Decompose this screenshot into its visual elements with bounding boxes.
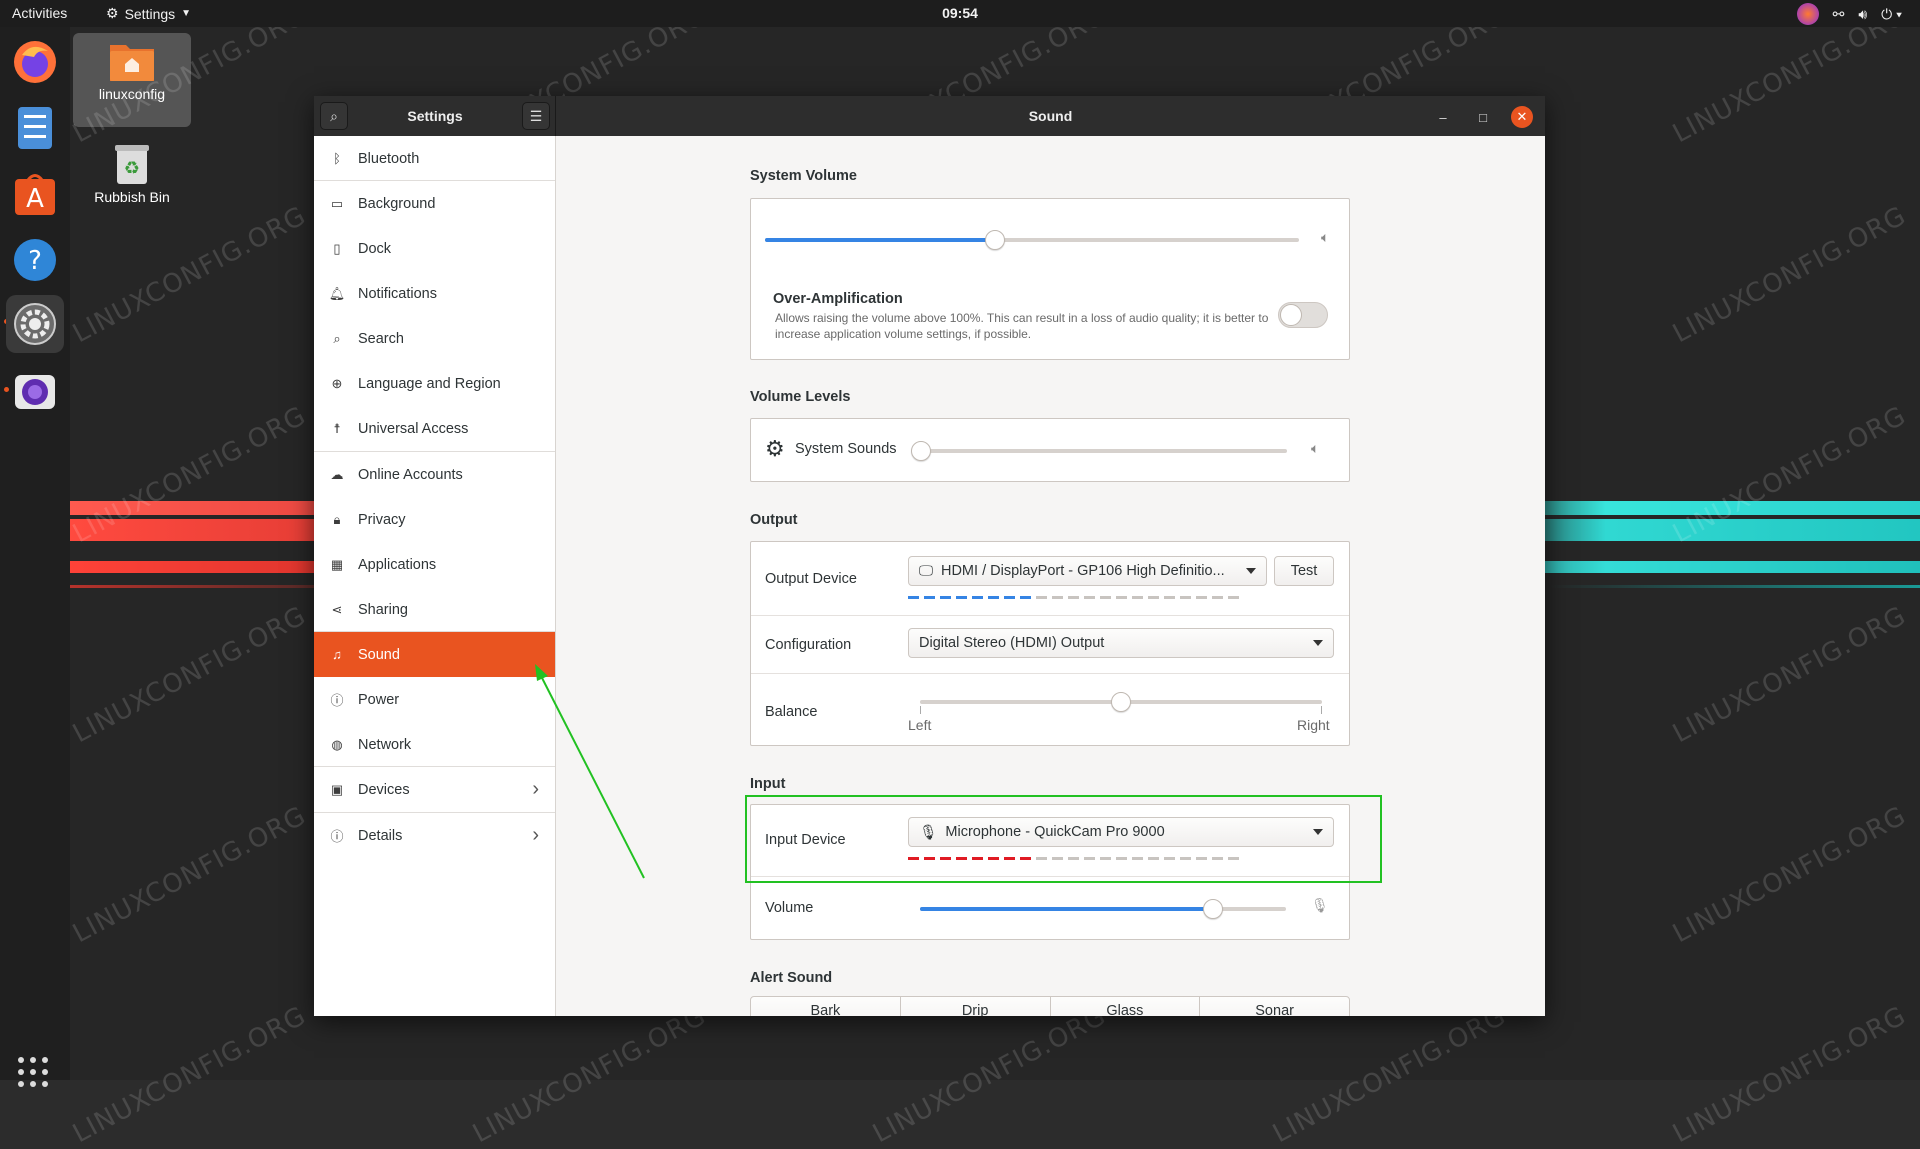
annotation-arrow bbox=[535, 664, 645, 879]
